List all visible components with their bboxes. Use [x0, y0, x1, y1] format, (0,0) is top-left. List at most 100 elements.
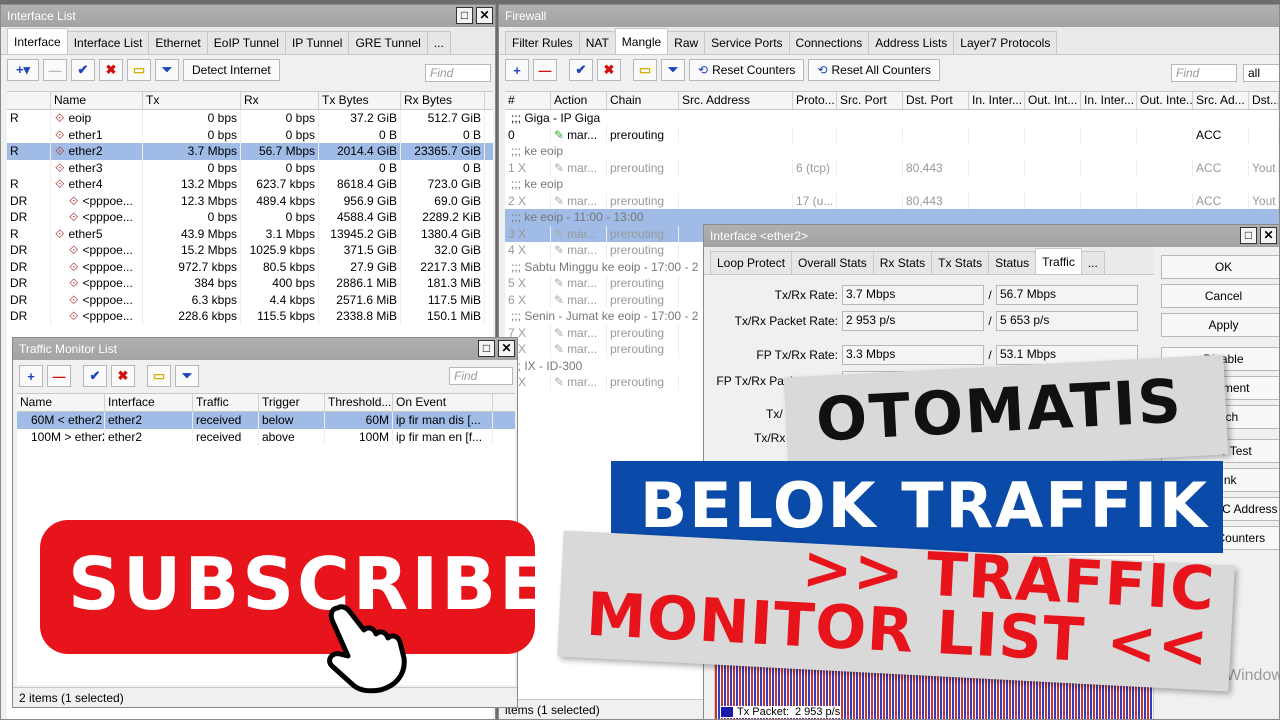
interface-dialog-tab-6[interactable]: ...	[1080, 251, 1105, 274]
column-header[interactable]: Src. Ad...	[1193, 92, 1249, 109]
column-header[interactable]: Src. Port	[837, 92, 903, 109]
remove-icon[interactable]: —	[47, 365, 71, 387]
table-row[interactable]: 100M > ether2 ether2 received above 100M ip f…	[17, 428, 515, 445]
column-header[interactable]: Rx	[241, 92, 319, 109]
column-header[interactable]: Trigger	[259, 394, 325, 411]
disable-icon[interactable]: ✖	[99, 59, 123, 81]
table-row[interactable]: 2 X ✎ mar... prerouting 17 (u... 80,443 ACC You…	[505, 192, 1279, 209]
close-icon[interactable]: ✕	[476, 7, 493, 24]
firewall-tab-6[interactable]: Address Lists	[868, 31, 955, 54]
enable-icon[interactable]: ✔	[569, 59, 593, 81]
table-row[interactable]: 60M < ether2 ether2 received below 60M ip fir…	[17, 412, 515, 429]
column-header[interactable]: In. Inter...	[1081, 92, 1137, 109]
interface-list-tab-2[interactable]: Ethernet	[148, 31, 208, 54]
reset-counters-button[interactable]: ⟲ Reset Counters	[689, 59, 805, 81]
add-icon[interactable]: +	[505, 59, 529, 81]
comment-icon[interactable]: ▭	[633, 59, 657, 81]
disable-icon[interactable]: ✖	[597, 59, 621, 81]
stat-tx-value[interactable]: 3.7 Mbps	[842, 285, 984, 305]
comment-icon[interactable]: ▭	[147, 365, 171, 387]
maximize-icon[interactable]: □	[478, 340, 495, 357]
column-header[interactable]: Traffic	[193, 394, 259, 411]
interface-dialog-tab-2[interactable]: Rx Stats	[872, 251, 933, 274]
firewall-tab-7[interactable]: Layer7 Protocols	[953, 31, 1058, 54]
table-row[interactable]: DR ⟐ <pppoe... 15.2 Mbps 1025.9 kbps 371.5 Gi…	[7, 242, 493, 259]
table-row[interactable]: DR ⟐ <pppoe... 228.6 kbps 115.5 kbps 2338.8 M…	[7, 308, 493, 325]
column-header[interactable]: Src. Address	[679, 92, 793, 109]
table-row[interactable]: DR ⟐ <pppoe... 972.7 kbps 80.5 kbps 27.9 GiB 2…	[7, 258, 493, 275]
table-row[interactable]: R ⟐ ether2 3.7 Mbps 56.7 Mbps 2014.4 GiB 23365…	[7, 143, 493, 160]
column-header[interactable]: In. Inter...	[969, 92, 1025, 109]
maximize-icon[interactable]: □	[1240, 227, 1257, 244]
remove-icon[interactable]: —	[533, 59, 557, 81]
rule-comment[interactable]: ;;; Giga - IP Giga	[505, 110, 1279, 127]
table-row[interactable]: ⟐ ether1 0 bps 0 bps 0 B0 B	[7, 126, 493, 143]
interface-list-tab-0[interactable]: Interface	[7, 28, 68, 54]
column-header[interactable]: Dst. Port	[903, 92, 969, 109]
table-row[interactable]: DR ⟐ <pppoe... 12.3 Mbps 489.4 kbps 956.9 GiB…	[7, 192, 493, 209]
traffic-monitor-find-input[interactable]: Find	[449, 367, 513, 385]
interface-list-tab-4[interactable]: IP Tunnel	[284, 31, 350, 54]
column-header[interactable]: On Event	[393, 394, 493, 411]
filter-icon[interactable]: ⏷	[661, 59, 685, 81]
column-header[interactable]: Name	[17, 394, 105, 411]
stat-rx-value[interactable]: 56.7 Mbps	[996, 285, 1138, 305]
interface-list-titlebar[interactable]: Interface List □ ✕	[1, 5, 495, 27]
interface-find-input[interactable]: Find	[425, 64, 491, 82]
firewall-tab-0[interactable]: Filter Rules	[505, 31, 580, 54]
column-header[interactable]: #	[505, 92, 551, 109]
table-row[interactable]: DR ⟐ <pppoe... 384 bps 400 bps 2886.1 MiB 181.…	[7, 275, 493, 292]
close-icon[interactable]: ✕	[1260, 227, 1277, 244]
column-header[interactable]: Threshold...	[325, 394, 393, 411]
interface-list-tab-1[interactable]: Interface List	[66, 31, 150, 54]
interface-dialog-tab-3[interactable]: Tx Stats	[931, 251, 990, 274]
interface-dialog-titlebar[interactable]: Interface <ether2> □ ✕	[704, 225, 1279, 247]
dialog-button-apply[interactable]: Apply	[1161, 313, 1279, 337]
table-row[interactable]: R ⟐ ether5 43.9 Mbps 3.1 Mbps 13945.2 GiB 1380…	[7, 225, 493, 242]
table-row[interactable]: R ⟐ ether4 13.2 Mbps 623.7 kbps 8618.4 GiB 723…	[7, 176, 493, 193]
table-row[interactable]: DR ⟐ <pppoe... 6.3 kbps 4.4 kbps 2571.6 MiB 11…	[7, 291, 493, 308]
reset-all-counters-button[interactable]: ⟲ Reset All Counters	[808, 59, 940, 81]
column-header[interactable]: Tx	[143, 92, 241, 109]
column-header[interactable]: Action	[551, 92, 607, 109]
interface-list-tab-5[interactable]: GRE Tunnel	[348, 31, 428, 54]
column-header[interactable]: Out. Int...	[1025, 92, 1081, 109]
column-header[interactable]: Rx Bytes	[401, 92, 485, 109]
remove-icon[interactable]: —	[43, 59, 67, 81]
dialog-button-cancel[interactable]: Cancel	[1161, 284, 1279, 308]
close-icon[interactable]: ✕	[498, 340, 515, 357]
table-row[interactable]: R ⟐ eoip 0 bps 0 bps 37.2 GiB 512.7 GiB	[7, 110, 493, 127]
interface-dialog-tab-5[interactable]: Traffic	[1035, 248, 1082, 274]
interface-dialog-tab-4[interactable]: Status	[988, 251, 1037, 274]
firewall-titlebar[interactable]: Firewall	[499, 5, 1279, 27]
table-row[interactable]: 0 ✎ mar... prerouting ACC	[505, 126, 1279, 143]
rule-comment[interactable]: ;;; ke eoip	[505, 176, 1279, 193]
column-header[interactable]: Dst...	[1249, 92, 1279, 109]
firewall-find-input[interactable]: Find	[1171, 64, 1237, 82]
firewall-tab-4[interactable]: Service Ports	[704, 31, 790, 54]
firewall-filter-select[interactable]: all	[1243, 64, 1279, 82]
enable-icon[interactable]: ✔	[83, 365, 107, 387]
stat-rx-value[interactable]: 5 653 p/s	[996, 311, 1138, 331]
interface-list-tab-6[interactable]: ...	[426, 31, 451, 54]
column-header[interactable]: Proto...	[793, 92, 837, 109]
rule-comment[interactable]: ;;; ke eoip	[505, 143, 1279, 160]
comment-icon[interactable]: ▭	[127, 59, 151, 81]
firewall-tab-5[interactable]: Connections	[788, 31, 870, 54]
interface-dialog-tab-0[interactable]: Loop Protect	[710, 251, 793, 274]
column-header[interactable]: Interface	[105, 394, 193, 411]
add-icon[interactable]: +	[19, 365, 43, 387]
column-header[interactable]	[7, 92, 51, 109]
disable-icon[interactable]: ✖	[111, 365, 135, 387]
interface-list-tab-3[interactable]: EoIP Tunnel	[206, 31, 286, 54]
column-header[interactable]: Chain	[607, 92, 679, 109]
column-header[interactable]: Out. Inte...	[1137, 92, 1193, 109]
firewall-tab-3[interactable]: Raw	[667, 31, 706, 54]
column-header[interactable]: Tx Bytes	[319, 92, 401, 109]
stat-tx-value[interactable]: 2 953 p/s	[842, 311, 984, 331]
interface-dialog-tab-1[interactable]: Overall Stats	[791, 251, 874, 274]
table-row[interactable]: ⟐ ether3 0 bps 0 bps 0 B0 B	[7, 159, 493, 176]
firewall-tab-2[interactable]: Mangle	[614, 28, 669, 54]
traffic-monitor-titlebar[interactable]: Traffic Monitor List □ ✕	[13, 338, 517, 360]
maximize-icon[interactable]: □	[456, 7, 473, 24]
